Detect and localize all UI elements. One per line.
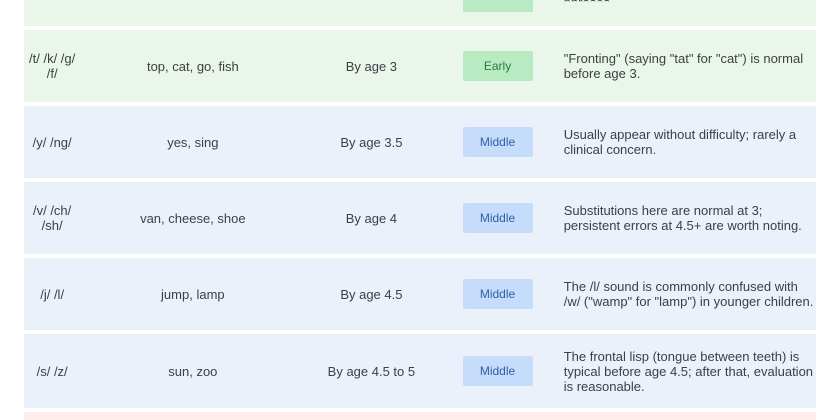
notes-cell: The /l/ sound is commonly confused with …: [563, 279, 814, 309]
sounds-cell: /t/ /k/ /g/ /f/: [29, 51, 76, 81]
stage-cell: Middle: [437, 279, 557, 309]
age-cell: By age 3.5: [340, 134, 403, 150]
sounds-cell: /v/ /ch/ /sh/: [32, 203, 72, 233]
example-words-cell: sun, zoo: [168, 363, 218, 379]
age-cell: By age 3: [345, 58, 398, 74]
age-cell: By age 4.5: [340, 286, 403, 302]
notes-cell: phrases.: [558, 0, 816, 10]
table-row: phrases.: [24, 0, 816, 26]
age-cell: By age 4: [345, 210, 398, 226]
table-row: /t/ /k/ /g/ /f/ top, cat, go, fish By ag…: [24, 30, 816, 102]
stage-badge: [462, 0, 533, 12]
example-words-cell: yes, sing: [167, 134, 219, 150]
table-row: /j/ /l/ jump, lamp By age 4.5 Middle The…: [24, 258, 816, 330]
table-row: /s/ /z/ sun, zoo By age 4.5 to 5 Middle …: [24, 334, 816, 408]
stage-cell: Middle: [437, 356, 557, 386]
example-words-cell: top, cat, go, fish: [146, 58, 239, 74]
table-row: [24, 412, 816, 420]
stage-badge: Middle: [462, 203, 533, 233]
age-cell: By age 4.5 to 5: [327, 363, 416, 379]
example-words-cell: jump, lamp: [161, 286, 225, 302]
stage-cell: [437, 0, 557, 12]
table-row: /y/ /ng/ yes, sing By age 3.5 Middle Usu…: [24, 106, 816, 178]
stage-cell: Middle: [437, 203, 557, 233]
speech-sound-table: phrases. /t/ /k/ /g/ /f/ top, cat, go, f…: [24, 0, 816, 420]
sounds-cell: /j/ /l/: [40, 286, 65, 302]
table-row: /v/ /ch/ /sh/ van, cheese, shoe By age 4…: [24, 182, 816, 254]
stage-badge: Middle: [462, 127, 533, 157]
example-words-cell: van, cheese, shoe: [140, 210, 246, 226]
notes-cell: "Fronting" (saying "tat" for "cat") is n…: [563, 51, 804, 81]
stage-badge: Middle: [462, 356, 533, 386]
notes-cell: Usually appear without difficulty; rarel…: [563, 127, 797, 157]
sounds-cell: /y/ /ng/: [32, 134, 72, 150]
stage-badge: Early: [462, 51, 533, 81]
notes-cell: The frontal lisp (tongue between teeth) …: [563, 348, 814, 394]
sounds-cell: /s/ /z/: [36, 363, 68, 379]
notes-cell: Substitutions here are normal at 3; pers…: [563, 203, 802, 233]
stage-cell: Middle: [437, 127, 557, 157]
stage-cell: Early: [437, 51, 557, 81]
stage-badge: Middle: [462, 279, 533, 309]
notes-text: phrases.: [563, 0, 614, 10]
